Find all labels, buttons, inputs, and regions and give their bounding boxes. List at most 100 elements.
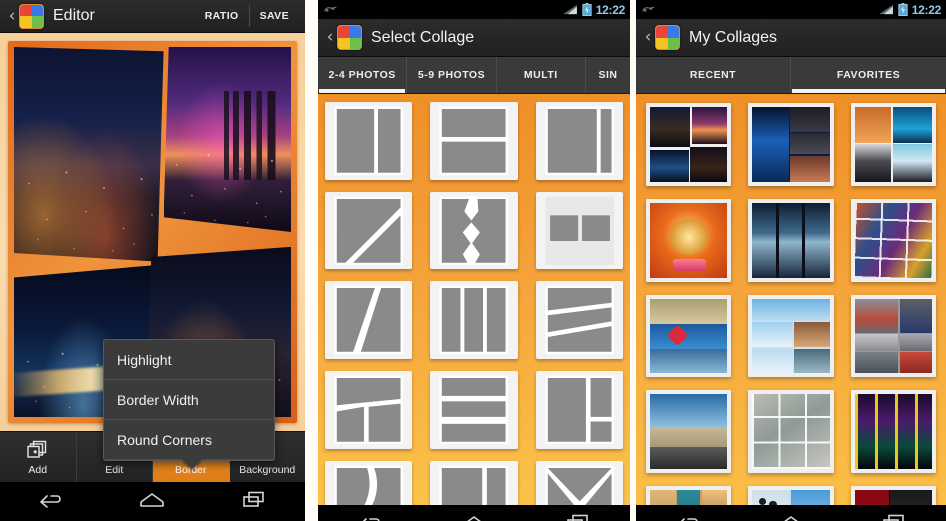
android-nav-bar-1 xyxy=(0,482,305,517)
my-collages-grid xyxy=(646,103,936,505)
collage-beach-rocks[interactable] xyxy=(646,390,732,474)
template-left-large-two-right[interactable] xyxy=(535,371,623,449)
nav-back-icon[interactable] xyxy=(668,512,708,521)
border-options-popup: Highlight Border Width Round Corners xyxy=(103,339,275,469)
toolbar-label-edit: Edit xyxy=(105,463,124,476)
phone-screen-my-collages: 12:22 ‹ My Collages RECENT FAVORITES xyxy=(636,0,946,521)
status-left-icons xyxy=(641,4,656,15)
popup-pointer xyxy=(182,459,202,469)
collage-night-cityscapes[interactable] xyxy=(646,103,732,186)
collage-lake-panorama-strips[interactable] xyxy=(748,198,834,282)
template-two-vertical-uneven[interactable] xyxy=(325,102,413,180)
collage-template-list[interactable] xyxy=(318,94,630,505)
template-curved-split[interactable] xyxy=(325,460,413,505)
collage-category-tabs: 2-4 PHOTOS 5-9 PHOTOS MULTI SIN xyxy=(318,57,630,94)
my-collages-tabs: RECENT FAVORITES xyxy=(636,57,946,94)
collage-app-icon xyxy=(19,3,44,29)
collage-template-grid xyxy=(325,102,623,505)
editor-actions: RATIO SAVE xyxy=(195,0,299,32)
screenshot-gap-1 xyxy=(305,0,318,521)
template-envelope-split[interactable] xyxy=(535,460,623,505)
my-collages-action-bar: ‹ My Collages xyxy=(636,19,946,57)
collage-app-icon xyxy=(337,25,362,50)
save-button[interactable]: SAVE xyxy=(250,0,299,32)
collage-golden-dragon-2013[interactable] xyxy=(646,198,732,282)
collage-beach-sunset-pair[interactable] xyxy=(850,103,936,186)
nav-home-icon[interactable] xyxy=(454,512,494,521)
template-diagonal-split[interactable] xyxy=(325,191,413,270)
android-nav-bar-2 xyxy=(318,505,630,521)
collage-multi-photo-grid[interactable] xyxy=(850,198,936,282)
battery-icon xyxy=(582,3,592,16)
tab-favorites[interactable]: FAVORITES xyxy=(791,57,946,93)
back-chevron-icon[interactable]: ‹ xyxy=(324,29,336,46)
usb-icon xyxy=(642,6,655,12)
collage-fishing-grid[interactable] xyxy=(748,390,834,474)
tab-single[interactable]: SIN xyxy=(586,57,630,93)
status-bar-2: 12:22 xyxy=(318,0,630,19)
nav-recents-icon[interactable] xyxy=(874,512,914,521)
template-two-horizontal[interactable] xyxy=(430,102,518,180)
template-three-columns[interactable] xyxy=(430,281,518,360)
android-nav-bar-3 xyxy=(636,505,946,521)
toolbar-item-add[interactable]: Add xyxy=(0,432,77,482)
toolbar-label-add: Add xyxy=(28,463,48,476)
collage-i-love-you[interactable] xyxy=(850,486,936,505)
nav-back-icon[interactable] xyxy=(350,512,390,521)
my-collages-list[interactable] xyxy=(636,94,946,505)
phone-screen-select-collage: 12:22 ‹ Select Collage 2-4 PHOTOS 5-9 PH… xyxy=(318,0,630,521)
usb-icon xyxy=(324,6,337,12)
template-header-two-cells[interactable] xyxy=(535,191,623,270)
template-three-slanted-bands[interactable] xyxy=(535,281,623,360)
nav-recents-icon[interactable] xyxy=(234,489,274,511)
collage-sky-and-sea[interactable] xyxy=(748,294,834,378)
back-chevron-icon[interactable]: ‹ xyxy=(642,29,654,46)
tab-recent[interactable]: RECENT xyxy=(636,57,791,93)
template-top-band-two-below[interactable] xyxy=(325,371,413,449)
nav-home-icon[interactable] xyxy=(132,489,172,511)
page-title: Editor xyxy=(53,7,95,24)
status-right-icons: 12:22 xyxy=(878,2,942,17)
collage-neon-yaroslavl[interactable] xyxy=(850,390,936,474)
battery-icon xyxy=(898,3,908,16)
collage-cars-grid[interactable] xyxy=(850,294,936,378)
nav-back-icon[interactable] xyxy=(31,489,71,511)
add-photos-icon xyxy=(27,439,48,461)
ratio-button[interactable]: RATIO xyxy=(195,0,249,32)
status-bar-3: 12:22 xyxy=(636,0,946,19)
collage-cell-top-right[interactable] xyxy=(163,47,291,232)
menu-item-highlight[interactable]: Highlight xyxy=(104,340,274,380)
select-collage-action-bar: ‹ Select Collage xyxy=(318,19,630,57)
nav-recents-icon[interactable] xyxy=(558,512,598,521)
toolbar-label-background: Background xyxy=(239,463,296,476)
template-left-large-right-stack[interactable] xyxy=(430,460,518,505)
tab-5-9-photos[interactable]: 5-9 PHOTOS xyxy=(407,57,497,93)
template-three-rows[interactable] xyxy=(430,371,518,449)
template-big-left-narrow-right[interactable] xyxy=(535,102,623,180)
editor-canvas-area[interactable]: Highlight Border Width Round Corners xyxy=(0,33,305,469)
collage-dandelions-sky[interactable] xyxy=(748,486,834,505)
status-left-icons xyxy=(323,4,338,15)
editor-action-bar: ‹ Editor RATIO SAVE xyxy=(0,0,305,33)
signal-icon xyxy=(878,4,893,15)
collage-blue-fireworks-2013[interactable] xyxy=(748,103,834,186)
phone-screen-editor: ‹ Editor RATIO SAVE Highlight Border Wid… xyxy=(0,0,305,521)
tab-multi[interactable]: MULTI xyxy=(497,57,586,93)
status-right-icons: 12:22 xyxy=(562,3,625,17)
nav-home-icon[interactable] xyxy=(771,512,811,521)
menu-item-border-width[interactable]: Border Width xyxy=(104,380,274,420)
template-slanted-split[interactable] xyxy=(325,281,413,360)
page-title: Select Collage xyxy=(371,28,475,46)
collage-i-love-adventure[interactable] xyxy=(646,294,732,378)
menu-item-round-corners[interactable]: Round Corners xyxy=(104,420,274,460)
collage-warm-interiors[interactable] xyxy=(646,486,732,505)
three-phone-screenshots: ‹ Editor RATIO SAVE Highlight Border Wid… xyxy=(0,0,946,521)
tab-2-4-photos[interactable]: 2-4 PHOTOS xyxy=(318,57,408,93)
back-chevron-icon[interactable]: ‹ xyxy=(6,7,18,25)
collage-app-icon xyxy=(655,25,680,50)
status-bar-time: 12:22 xyxy=(911,2,942,17)
template-zigzag-split[interactable] xyxy=(430,191,518,270)
signal-icon xyxy=(562,4,577,15)
page-title: My Collages xyxy=(689,28,778,46)
collage-cell-top-left[interactable] xyxy=(14,47,164,262)
